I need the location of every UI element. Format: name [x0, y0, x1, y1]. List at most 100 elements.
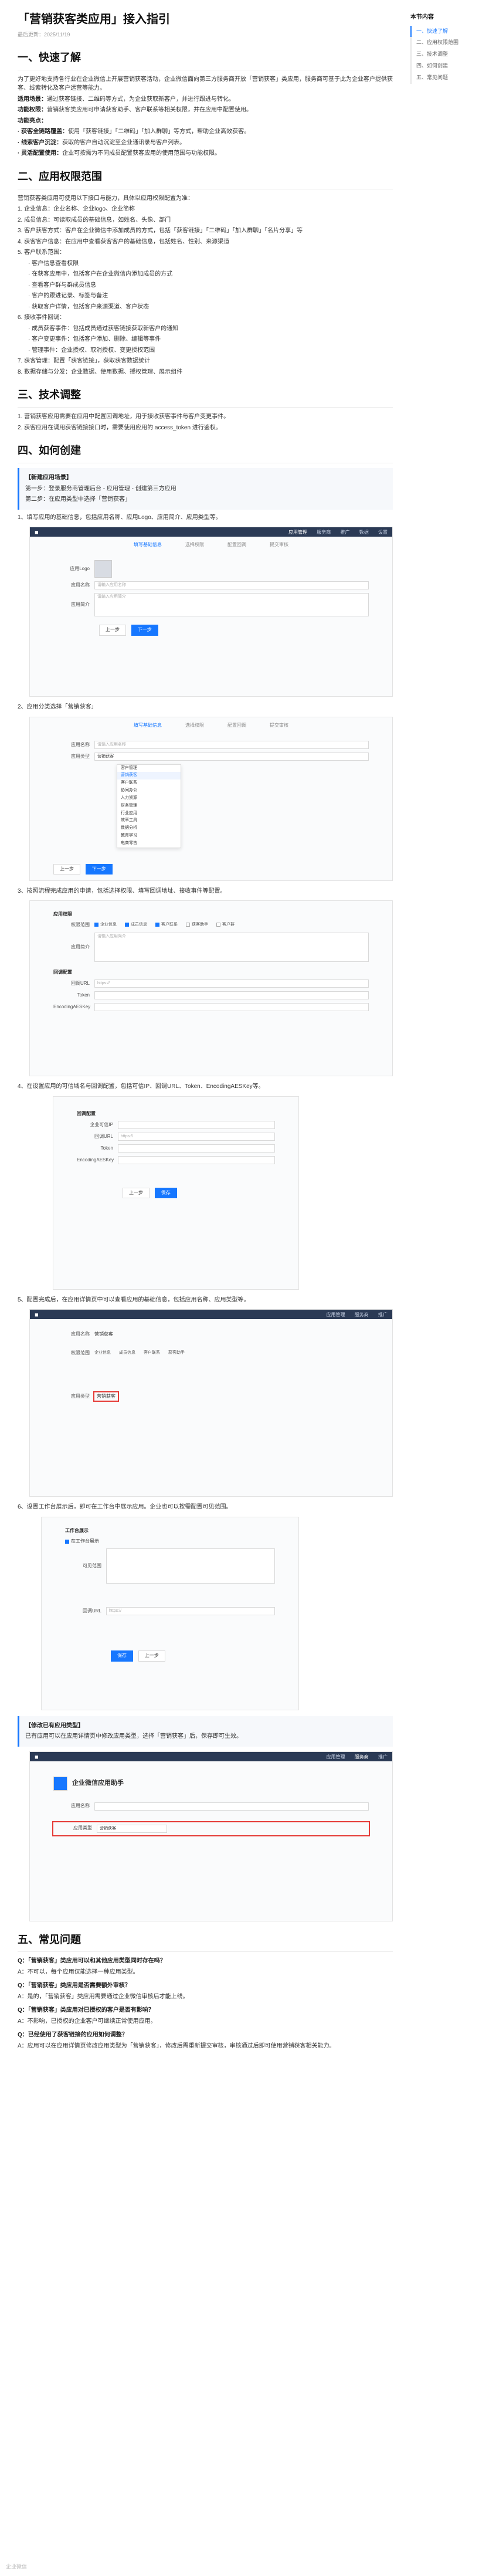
callout-title: 【新建应用场景】	[25, 474, 72, 481]
nav-tab[interactable]: 应用管理	[327, 1312, 345, 1317]
app-name-input[interactable]: 请输入应用名称	[94, 740, 369, 749]
desc-input[interactable]: 请输入应用简介	[94, 932, 369, 962]
nav-tab[interactable]: 应用管理	[288, 530, 307, 535]
section-heading: 三、技术调整	[18, 387, 393, 408]
permission-checkbox[interactable]: 客户联系	[155, 922, 178, 928]
form-row: 企业微信应用助手	[53, 1776, 369, 1791]
list-item: 1. 营销获客应用需要在应用中配置回调地址，用于接收获客事件与客户变更事件。	[18, 413, 230, 421]
dropdown-option[interactable]: 协同办公	[117, 787, 181, 795]
dropdown-option[interactable]: 营销获客	[117, 772, 181, 780]
dropdown-option[interactable]: 行业应用	[117, 810, 181, 818]
category-select[interactable]: 营销获客	[97, 1824, 167, 1833]
field-label: EncodingAESKey	[53, 1004, 91, 1009]
nav-tab[interactable]: 服务商	[317, 530, 331, 535]
nav-tab[interactable]: 推广	[378, 1754, 388, 1760]
list-item: · 管理事件：企业授权、取消授权、变更授权范围	[28, 347, 155, 354]
prev-button[interactable]: 上一步	[53, 863, 80, 875]
callback-url-input[interactable]: https://	[118, 1132, 275, 1141]
app-name-input[interactable]: 请输入应用名称	[94, 581, 369, 590]
paragraph: 适用场景：通过获客链接、二维码等方式，为企业获取新客户，并进行跟进与转化。	[18, 96, 235, 103]
step-label: 填写基础信息	[134, 722, 162, 728]
dropdown-option[interactable]: 教育学习	[117, 832, 181, 840]
workspace-url-input[interactable]: https://	[106, 1607, 275, 1616]
prev-button[interactable]: 上一步	[138, 1650, 165, 1662]
form-row: EncodingAESKey	[77, 1155, 275, 1164]
nav-tab[interactable]: 服务商	[355, 1754, 369, 1760]
form-actions: 上一步 下一步	[99, 625, 369, 636]
toc-item[interactable]: 一、快速了解	[410, 25, 469, 38]
step-label: 填写基础信息	[134, 542, 162, 547]
section-heading: 二、应用权限范围	[18, 169, 393, 189]
permission-options: 企业信息 成员信息 客户联系 获客助手 客户群	[94, 922, 235, 928]
aes-key-input[interactable]	[94, 1003, 369, 1012]
form-row: 应用简介 请输入应用简介	[53, 932, 369, 962]
nav-tab[interactable]: 推广	[378, 1312, 388, 1317]
permission-checkbox[interactable]: 成员信息	[125, 922, 147, 928]
helper-title: 企业微信应用助手	[72, 1779, 124, 1787]
app-logo-icon: ◼	[35, 1754, 39, 1760]
nav-tab[interactable]: 服务商	[355, 1312, 369, 1317]
save-button[interactable]: 保存	[154, 1187, 177, 1199]
next-button[interactable]: 下一步	[85, 863, 113, 875]
form-row: Token	[77, 1144, 275, 1153]
step-text: 2、应用分类选择「营销获客」	[18, 704, 97, 710]
perm-tag: 客户联系	[144, 1351, 160, 1355]
save-button[interactable]: 保存	[111, 1650, 133, 1662]
form-row: 应用简介 请输入应用简介	[53, 593, 369, 617]
toc-item[interactable]: 三、技术调整	[410, 49, 469, 61]
app-desc-input[interactable]: 请输入应用简介	[94, 593, 369, 617]
faq-answer: A：不影响，已授权的企业客户可继续正常使用应用。	[18, 2018, 157, 2025]
visible-range-input[interactable]	[106, 1548, 275, 1584]
faq-item: Q：「营销获客」类应用是否需要额外审核？ A：是的，「营销获客」类应用需要通过企…	[18, 1981, 393, 2001]
list-item: 7. 获客管理：配置「获客链接」，获取获客数据统计	[18, 358, 151, 365]
toc-item[interactable]: 二、应用权限范围	[410, 37, 469, 49]
trusted-ip-input[interactable]	[118, 1120, 275, 1129]
upload-logo-button[interactable]	[94, 560, 112, 578]
app-name-value: 营销获客	[94, 1331, 113, 1337]
nav-tab[interactable]: 数据	[359, 530, 369, 535]
screenshot-callback: 回调配置 企业可信IP 回调URL https:// Token Encodin…	[53, 1096, 299, 1290]
callback-form: 回调配置 企业可信IP 回调URL https:// Token Encodin…	[53, 1097, 298, 1202]
list-item: · 获取客户详情，包括客户来源渠道、客户状态	[28, 303, 150, 310]
next-button[interactable]: 下一步	[131, 625, 158, 636]
form-section-title: 回调配置	[77, 1110, 96, 1116]
permission-checkbox[interactable]: 客户群	[216, 922, 235, 928]
aes-key-input[interactable]	[118, 1155, 275, 1164]
dropdown-option[interactable]: 客户联系	[117, 779, 181, 787]
field-label: 应用名称	[71, 1803, 90, 1809]
callback-url-input[interactable]: https://	[94, 979, 369, 988]
stepper: 填写基础信息 选择权限 配置回调 提交审核	[30, 537, 392, 553]
dropdown-option[interactable]: 人力资源	[117, 795, 181, 802]
toc-item[interactable]: 四、如何创建	[410, 60, 469, 73]
category-select[interactable]: 营销获客	[94, 752, 369, 761]
dropdown-option[interactable]: 数据分析	[117, 825, 181, 832]
checkbox-icon	[186, 922, 190, 927]
permission-checkbox[interactable]: 获客助手	[186, 922, 208, 928]
section-heading: 一、快速了解	[18, 50, 393, 70]
token-input[interactable]	[94, 991, 369, 1000]
nav-tab[interactable]: 应用管理	[327, 1754, 345, 1760]
field-label: 应用名称	[71, 582, 90, 588]
dropdown-option[interactable]: 客户管理	[117, 765, 181, 772]
callout-line: 第二步：在应用类型中选择「营销获客」	[25, 496, 131, 503]
nav-tab[interactable]: 设置	[378, 530, 388, 535]
paragraph: 功能权限：营销获客类应用可申请获客助手、客户联系等相关权限，并在应用中配置使用。	[18, 107, 252, 114]
field-label: 可见范围	[83, 1563, 101, 1569]
form-row: 应用类型 营销获客	[53, 752, 369, 761]
paragraph: 功能亮点：	[18, 117, 47, 124]
checkbox-icon[interactable]	[65, 1539, 69, 1544]
toc-item[interactable]: 五、常见问题	[410, 72, 469, 84]
list-item: 1. 企业信息：企业名称、企业logo、企业简称	[18, 206, 135, 213]
dropdown-option[interactable]: 效率工具	[117, 817, 181, 825]
permission-options: 企业信息 成员信息 客户联系 获客助手	[94, 1350, 185, 1357]
dropdown-option[interactable]: 财务管理	[117, 802, 181, 810]
field-label: 应用名称	[71, 741, 90, 747]
prev-button[interactable]: 上一步	[123, 1187, 150, 1199]
dropdown-option[interactable]: 电商零售	[117, 840, 181, 848]
step-label: 选择权限	[185, 542, 204, 547]
prev-button[interactable]: 上一步	[99, 625, 126, 636]
permission-checkbox[interactable]: 企业信息	[94, 922, 117, 928]
nav-tab[interactable]: 推广	[341, 530, 350, 535]
app-name-input[interactable]	[94, 1802, 369, 1811]
token-input[interactable]	[118, 1144, 275, 1153]
